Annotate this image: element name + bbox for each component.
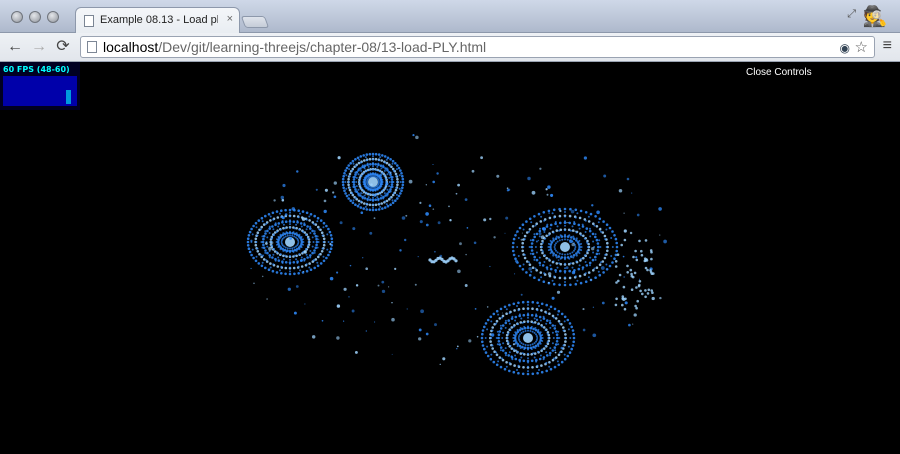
fps-graph: [3, 76, 77, 106]
back-button[interactable]: ←: [5, 37, 25, 57]
webgl-viewport[interactable]: 60 FPS (48-60) Close Controls: [0, 62, 900, 454]
extension-icon[interactable]: ◉: [840, 41, 850, 55]
new-tab-button[interactable]: [240, 16, 270, 28]
tab-close-icon[interactable]: ×: [227, 13, 233, 25]
url-path: /Dev/git/learning-threejs/chapter-08/13-…: [158, 39, 487, 55]
page-favicon-icon: [84, 15, 94, 27]
incognito-icon: 🕵: [862, 6, 888, 28]
url-text[interactable]: localhost/Dev/git/learning-threejs/chapt…: [103, 39, 486, 55]
address-bar[interactable]: localhost/Dev/git/learning-threejs/chapt…: [80, 36, 875, 58]
forward-button[interactable]: →: [29, 37, 49, 57]
browser-menu-icon[interactable]: ≡: [883, 37, 892, 55]
ply-point-cloud[interactable]: [0, 62, 900, 454]
minimize-window-button[interactable]: [29, 11, 41, 23]
zoom-window-button[interactable]: [47, 11, 59, 23]
browser-toolbar: ← → ⟳ localhost/Dev/git/learning-threejs…: [0, 33, 900, 62]
fps-graph-bar: [66, 90, 71, 104]
browser-titlebar: Example 08.13 - Load ply × ⤢ 🕵: [0, 0, 900, 33]
tab-title: Example 08.13 - Load ply: [100, 14, 218, 26]
fps-stats-panel[interactable]: 60 FPS (48-60): [0, 62, 80, 110]
fps-text: 60 FPS (48-60): [3, 65, 70, 74]
page-icon: [87, 41, 97, 53]
reload-button[interactable]: ⟳: [53, 37, 73, 57]
bookmark-star-icon[interactable]: ☆: [855, 38, 868, 56]
close-controls-button[interactable]: Close Controls: [746, 67, 812, 78]
url-host: localhost: [103, 39, 159, 55]
close-window-button[interactable]: [11, 11, 23, 23]
browser-tab[interactable]: Example 08.13 - Load ply ×: [75, 7, 240, 33]
fullscreen-icon[interactable]: ⤢: [847, 8, 856, 21]
